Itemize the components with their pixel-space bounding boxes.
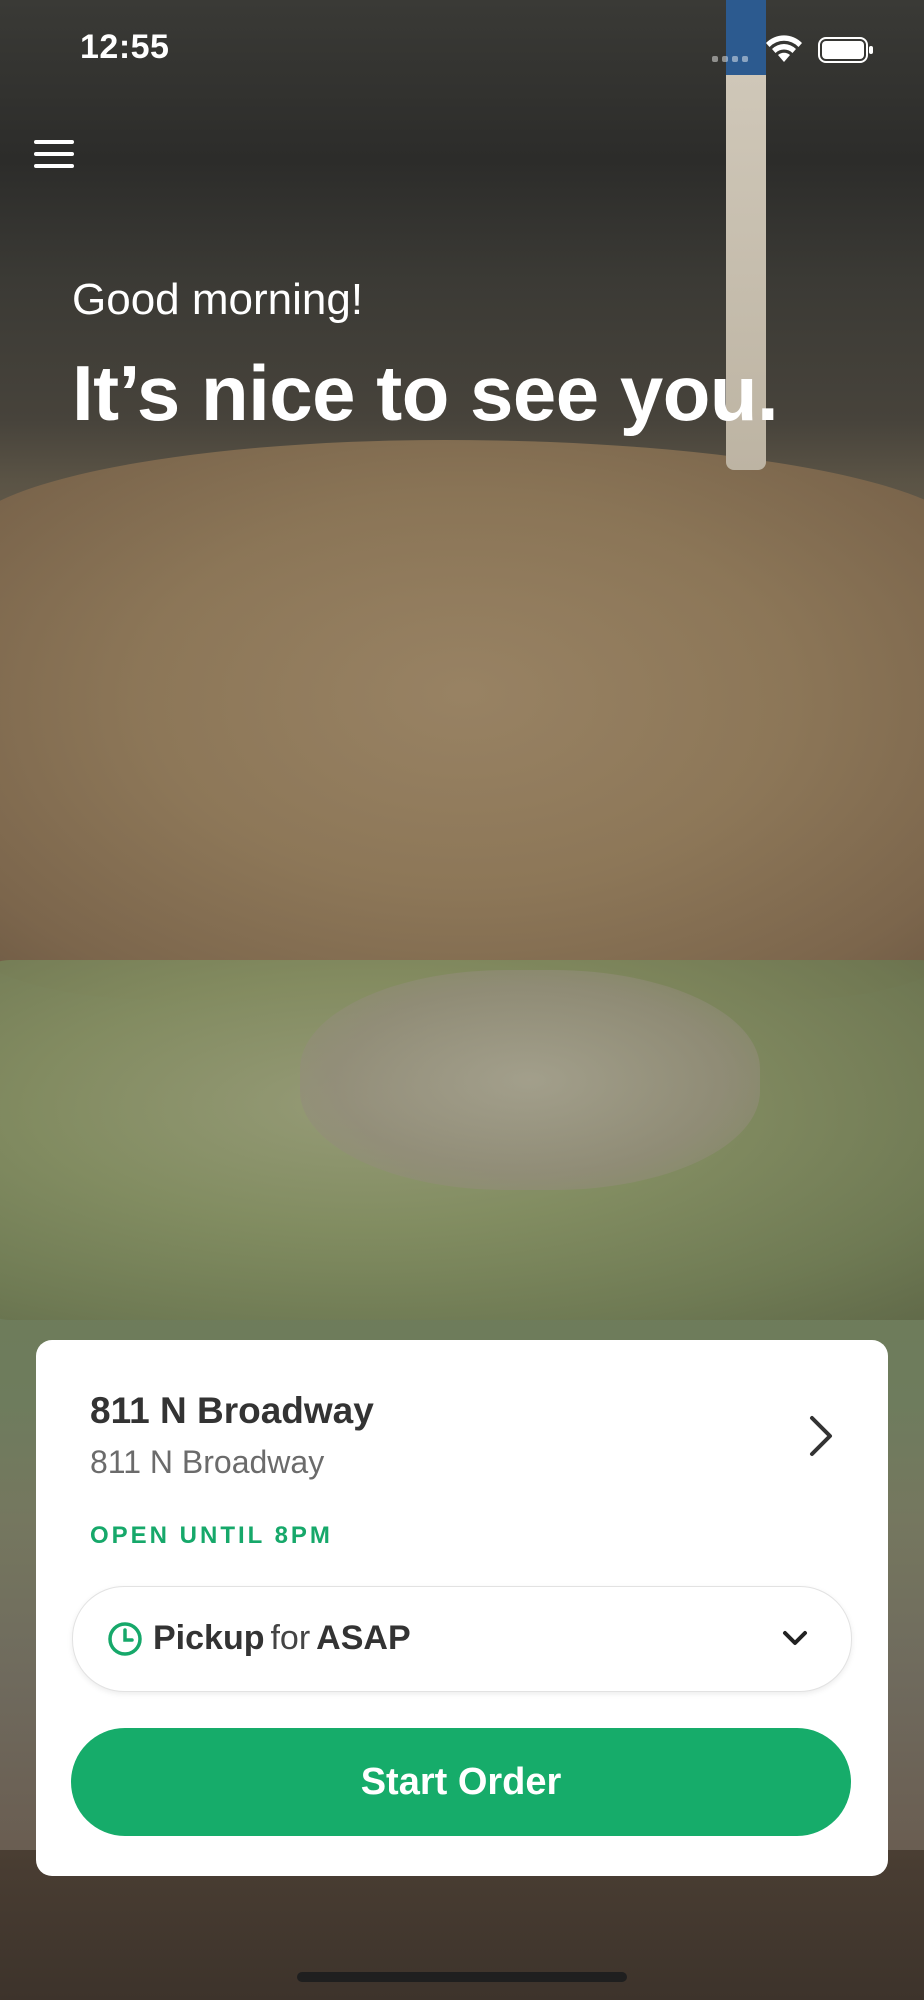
chevron-right-icon[interactable] (806, 1412, 836, 1460)
chevron-down-icon (783, 1631, 807, 1645)
sandwich-meat (300, 970, 760, 1190)
store-hours-status: OPEN UNTIL 8PM (90, 1522, 333, 1549)
order-mode-time: ASAP (316, 1619, 411, 1657)
home-indicator (297, 1972, 627, 1982)
store-name[interactable]: 811 N Broadway (90, 1390, 374, 1432)
order-mode-connector: for (270, 1619, 311, 1657)
status-bar: 12:55 (0, 0, 924, 100)
status-time: 12:55 (80, 28, 170, 66)
battery-icon (818, 37, 873, 63)
wifi-icon (766, 35, 802, 62)
signal-icon (712, 52, 752, 62)
order-mode-type: Pickup (153, 1619, 265, 1657)
order-mode-select[interactable]: Pickup for ASAP (72, 1586, 852, 1692)
store-address: 811 N Broadway (90, 1444, 325, 1480)
menu-icon[interactable] (34, 140, 74, 176)
store-card: 811 N Broadway 811 N Broadway OPEN UNTIL… (36, 1340, 888, 1876)
start-order-button[interactable]: Start Order (71, 1728, 851, 1836)
greeting-subtitle: Good morning! (72, 275, 364, 324)
clock-icon (108, 1622, 142, 1656)
greeting-title: It’s nice to see you. (72, 349, 779, 437)
order-mode-label: Pickup for ASAP (153, 1619, 411, 1658)
sandwich-bread (0, 440, 924, 1000)
